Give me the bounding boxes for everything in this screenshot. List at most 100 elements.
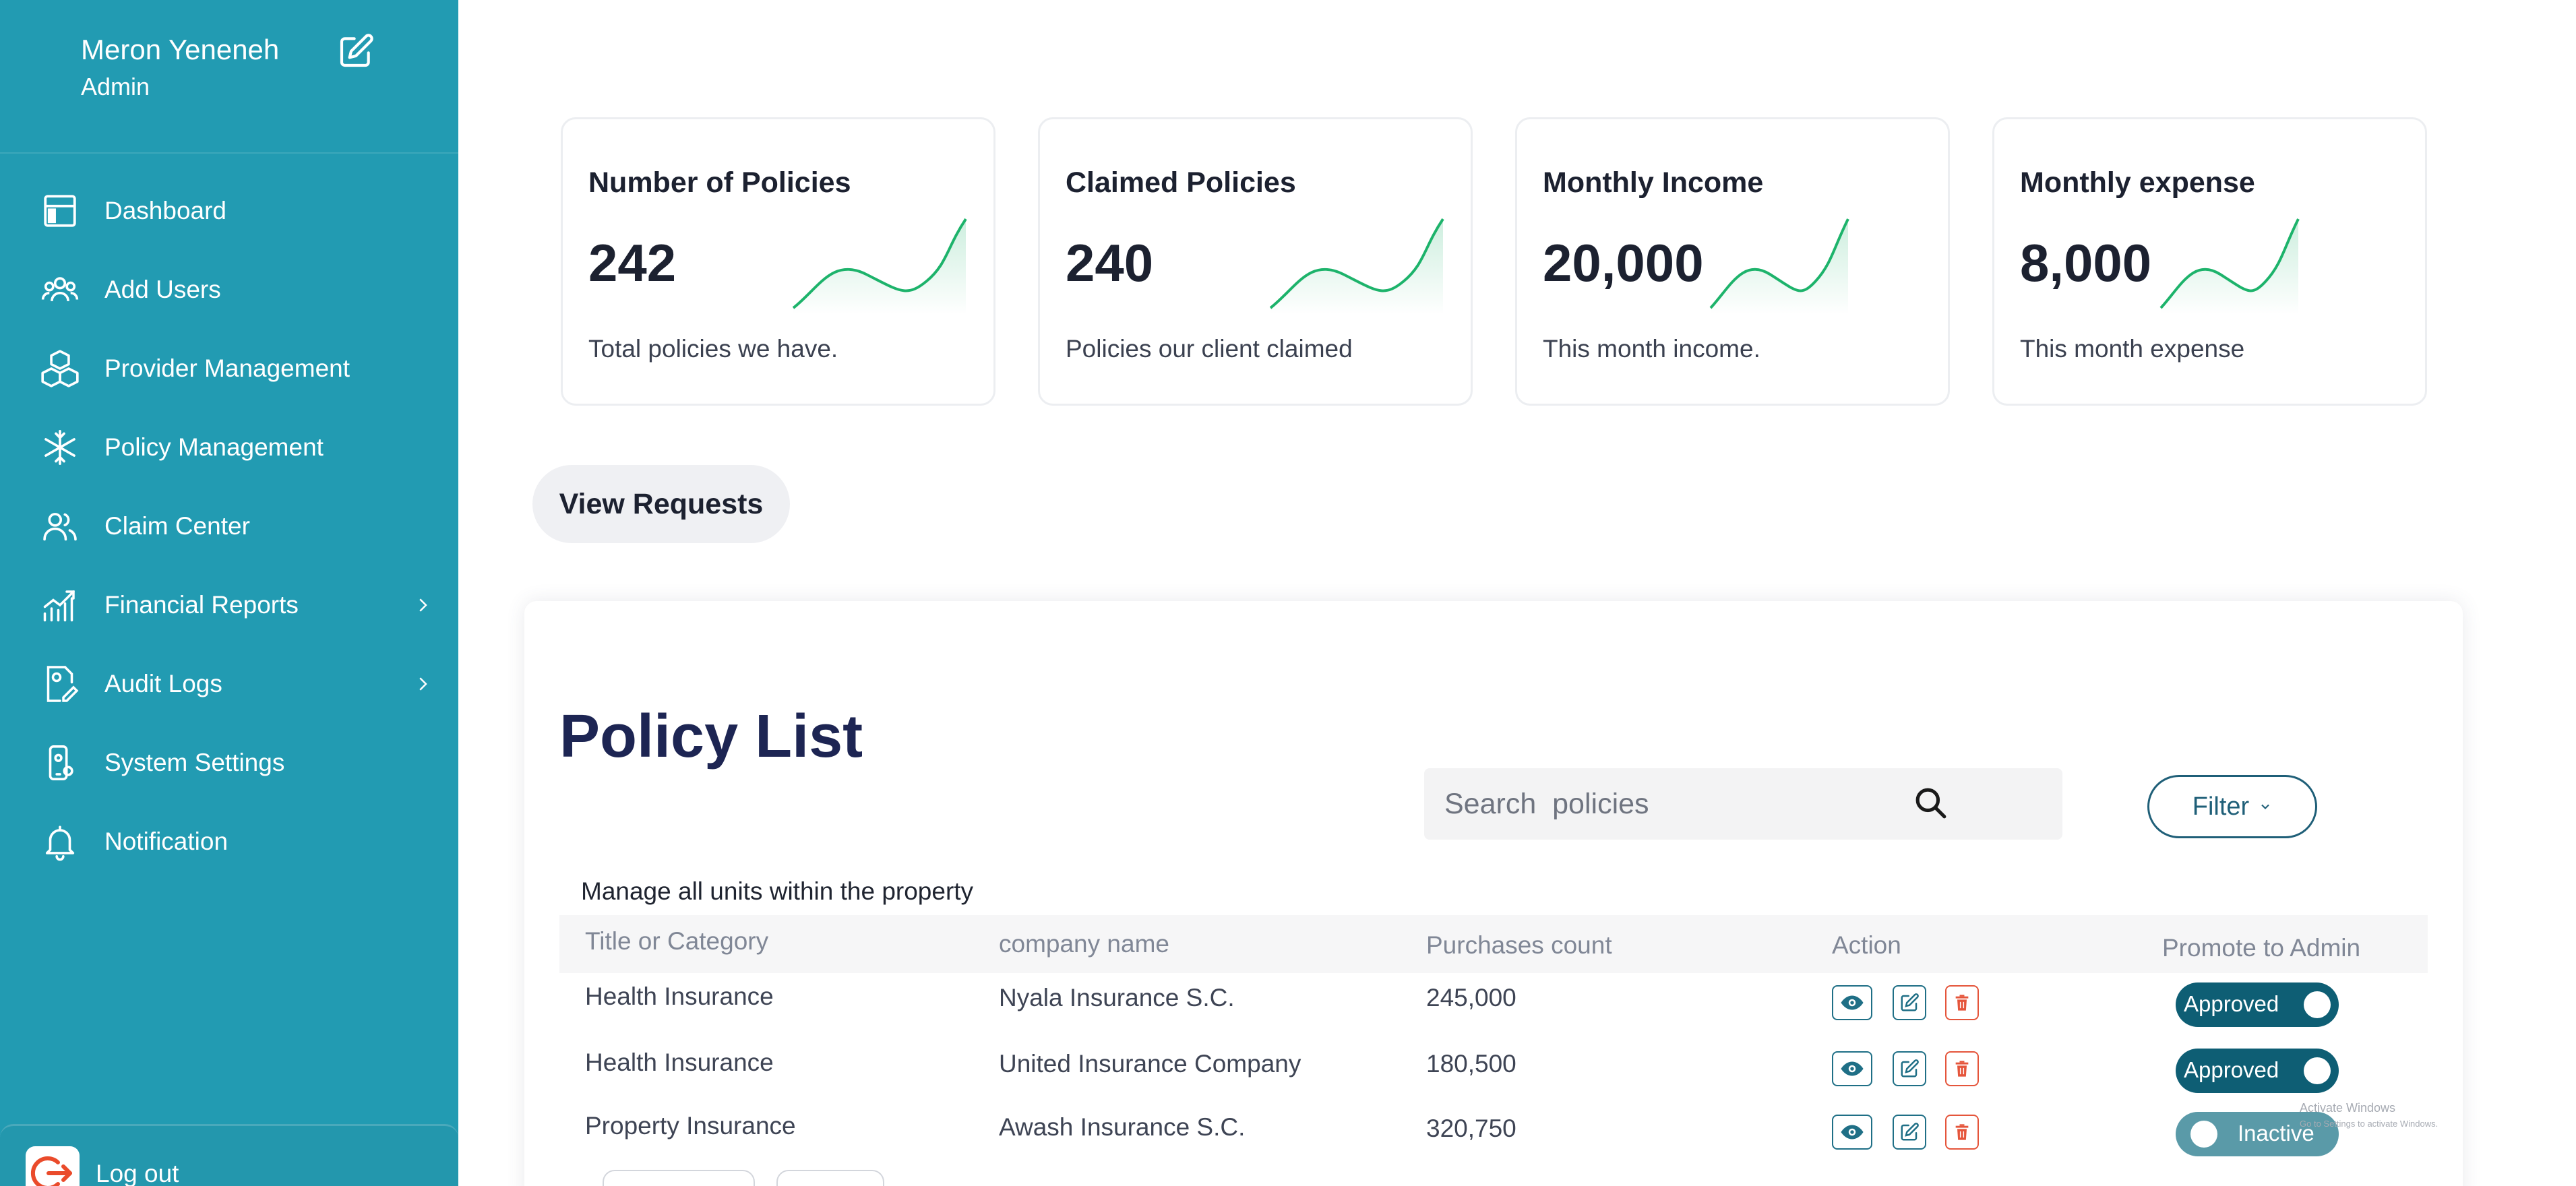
column-header: Title or Category (585, 927, 769, 955)
card-title: Monthly Income (1543, 166, 1764, 199)
table-row: Health Insurance United Insurance Compan… (559, 1036, 2428, 1101)
view-requests-button[interactable]: View Requests (532, 465, 790, 543)
panel-subtitle: Manage all units within the property (581, 877, 974, 905)
promote-toggle[interactable]: Approved (2176, 1049, 2339, 1093)
column-header: Action (1832, 931, 1901, 959)
cell-category: Health Insurance (585, 1049, 774, 1076)
sidebar-item-audit-logs[interactable]: Audit Logs (0, 644, 458, 723)
chevron-right-icon (419, 677, 427, 691)
column-header: company name (999, 930, 1169, 958)
edit-button[interactable] (1893, 985, 1926, 1020)
cell-company: Awash Insurance S.C. (999, 1113, 1246, 1141)
filter-label: Filter (2192, 792, 2250, 821)
view-button[interactable] (1832, 1051, 1872, 1086)
edit-icon[interactable] (337, 32, 375, 70)
sidebar-item-claim-center[interactable]: Claim Center (0, 487, 458, 565)
search-input[interactable] (1444, 782, 1957, 826)
column-header: Purchases count (1426, 931, 1612, 959)
eye-icon (1841, 1061, 1864, 1076)
sidebar-item-label: Provider Management (104, 354, 350, 382)
toggle-knob (2304, 1057, 2331, 1084)
card-subtitle: This month expense (2020, 335, 2245, 363)
card-value: 8,000 (2020, 233, 2152, 292)
card-title: Monthly expense (2020, 166, 2255, 199)
table-row: Property Insurance Awash Insurance S.C. … (559, 1100, 2428, 1164)
view-button[interactable] (1832, 1115, 1872, 1150)
trash-icon (1955, 1124, 1969, 1140)
sidebar-item-label: Financial Reports (104, 590, 299, 619)
trash-icon (1955, 1061, 1969, 1077)
search-icon[interactable] (1912, 784, 1950, 822)
stat-card-monthly-expense: Monthly expense 8,000 This month expense (1992, 117, 2427, 406)
sidebar-item-financial-reports[interactable]: Financial Reports (0, 565, 458, 644)
sidebar-item-label: Claim Center (104, 511, 250, 540)
sidebar-item-label: Add Users (104, 275, 221, 303)
sidebar-item-add-users[interactable]: Add Users (0, 250, 458, 329)
stat-card-claimed-policies: Claimed Policies 240 Policies our client… (1038, 117, 1473, 406)
people-icon (39, 505, 81, 547)
boxes-icon (39, 348, 81, 389)
sidebar-item-label: Policy Management (104, 433, 324, 461)
filter-button[interactable]: Filter (2147, 775, 2317, 838)
profile-role: Admin (81, 73, 150, 100)
bell-icon (39, 821, 81, 863)
delete-button[interactable] (1945, 1115, 1979, 1150)
edit-button[interactable] (1893, 1051, 1926, 1086)
cell-category: Property Insurance (585, 1112, 796, 1140)
profile-section: Meron Yeneneh Admin (0, 0, 458, 154)
toggle-knob (2190, 1121, 2217, 1148)
sidebar-item-dashboard[interactable]: Dashboard (0, 171, 458, 250)
delete-button[interactable] (1945, 1051, 1979, 1086)
cell-company: United Insurance Company (999, 1050, 1301, 1078)
delete-button[interactable] (1945, 985, 1979, 1020)
edit-icon (1901, 993, 1919, 1011)
profile-name: Meron Yeneneh (81, 34, 280, 65)
toggle-label: Approved (2184, 991, 2279, 1016)
stat-card-monthly-income: Monthly Income 20,000 This month income. (1515, 117, 1950, 406)
card-value: 242 (588, 233, 677, 292)
card-subtitle: Policies our client claimed (1066, 335, 1353, 363)
promote-toggle[interactable]: Approved (2176, 982, 2339, 1027)
sidebar: Meron Yeneneh Admin Dashboard Add Users (0, 0, 458, 1186)
sparkline-chart (792, 218, 967, 315)
pagination-button[interactable] (603, 1170, 755, 1186)
cell-count: 320,750 (1426, 1115, 1516, 1142)
search-box (1424, 768, 2062, 840)
column-header: Promote to Admin (2162, 934, 2361, 962)
cell-company: Nyala Insurance S.C. (999, 984, 1235, 1011)
logout-icon (26, 1146, 80, 1186)
chart-icon (39, 584, 81, 626)
cell-count: 245,000 (1426, 984, 1516, 1011)
logout-button[interactable]: Log out (0, 1124, 458, 1186)
sparkline-chart (1709, 218, 1849, 315)
card-value: 240 (1066, 233, 1154, 292)
watermark-line: Go to Settings to activate Windows. (2300, 1119, 2439, 1129)
users-icon (39, 269, 81, 311)
table-header: Title or Category company name Purchases… (559, 915, 2428, 973)
sparkline-chart (1269, 218, 1444, 315)
sidebar-item-notification[interactable]: Notification (0, 802, 458, 881)
policy-list-panel: Policy List Filter Manage all units with… (524, 601, 2463, 1186)
card-title: Number of Policies (588, 166, 851, 199)
card-subtitle: Total policies we have. (588, 335, 838, 363)
stat-card-number-of-policies: Number of Policies 242 Total policies we… (561, 117, 995, 406)
page-title: Policy List (559, 703, 863, 770)
card-title: Claimed Policies (1066, 166, 1296, 199)
logout-label: Log out (96, 1160, 179, 1186)
sidebar-item-policy-management[interactable]: Policy Management (0, 408, 458, 487)
card-value: 20,000 (1543, 233, 1704, 292)
pagination-button[interactable] (776, 1170, 884, 1186)
edit-button[interactable] (1893, 1115, 1926, 1150)
sidebar-nav: Dashboard Add Users Provider Management … (0, 171, 458, 881)
toggle-label: Approved (2184, 1057, 2279, 1082)
sidebar-item-system-settings[interactable]: System Settings (0, 723, 458, 802)
cell-count: 180,500 (1426, 1050, 1516, 1078)
eye-icon (1841, 995, 1864, 1010)
sparkline-chart (2159, 218, 2300, 315)
card-subtitle: This month income. (1543, 335, 1760, 363)
windows-activation-watermark: Activate Windows Go to Settings to activ… (2300, 1100, 2438, 1132)
view-button[interactable] (1832, 985, 1872, 1020)
toggle-knob (2304, 991, 2331, 1018)
trash-icon (1955, 995, 1969, 1011)
sidebar-item-provider-management[interactable]: Provider Management (0, 329, 458, 408)
